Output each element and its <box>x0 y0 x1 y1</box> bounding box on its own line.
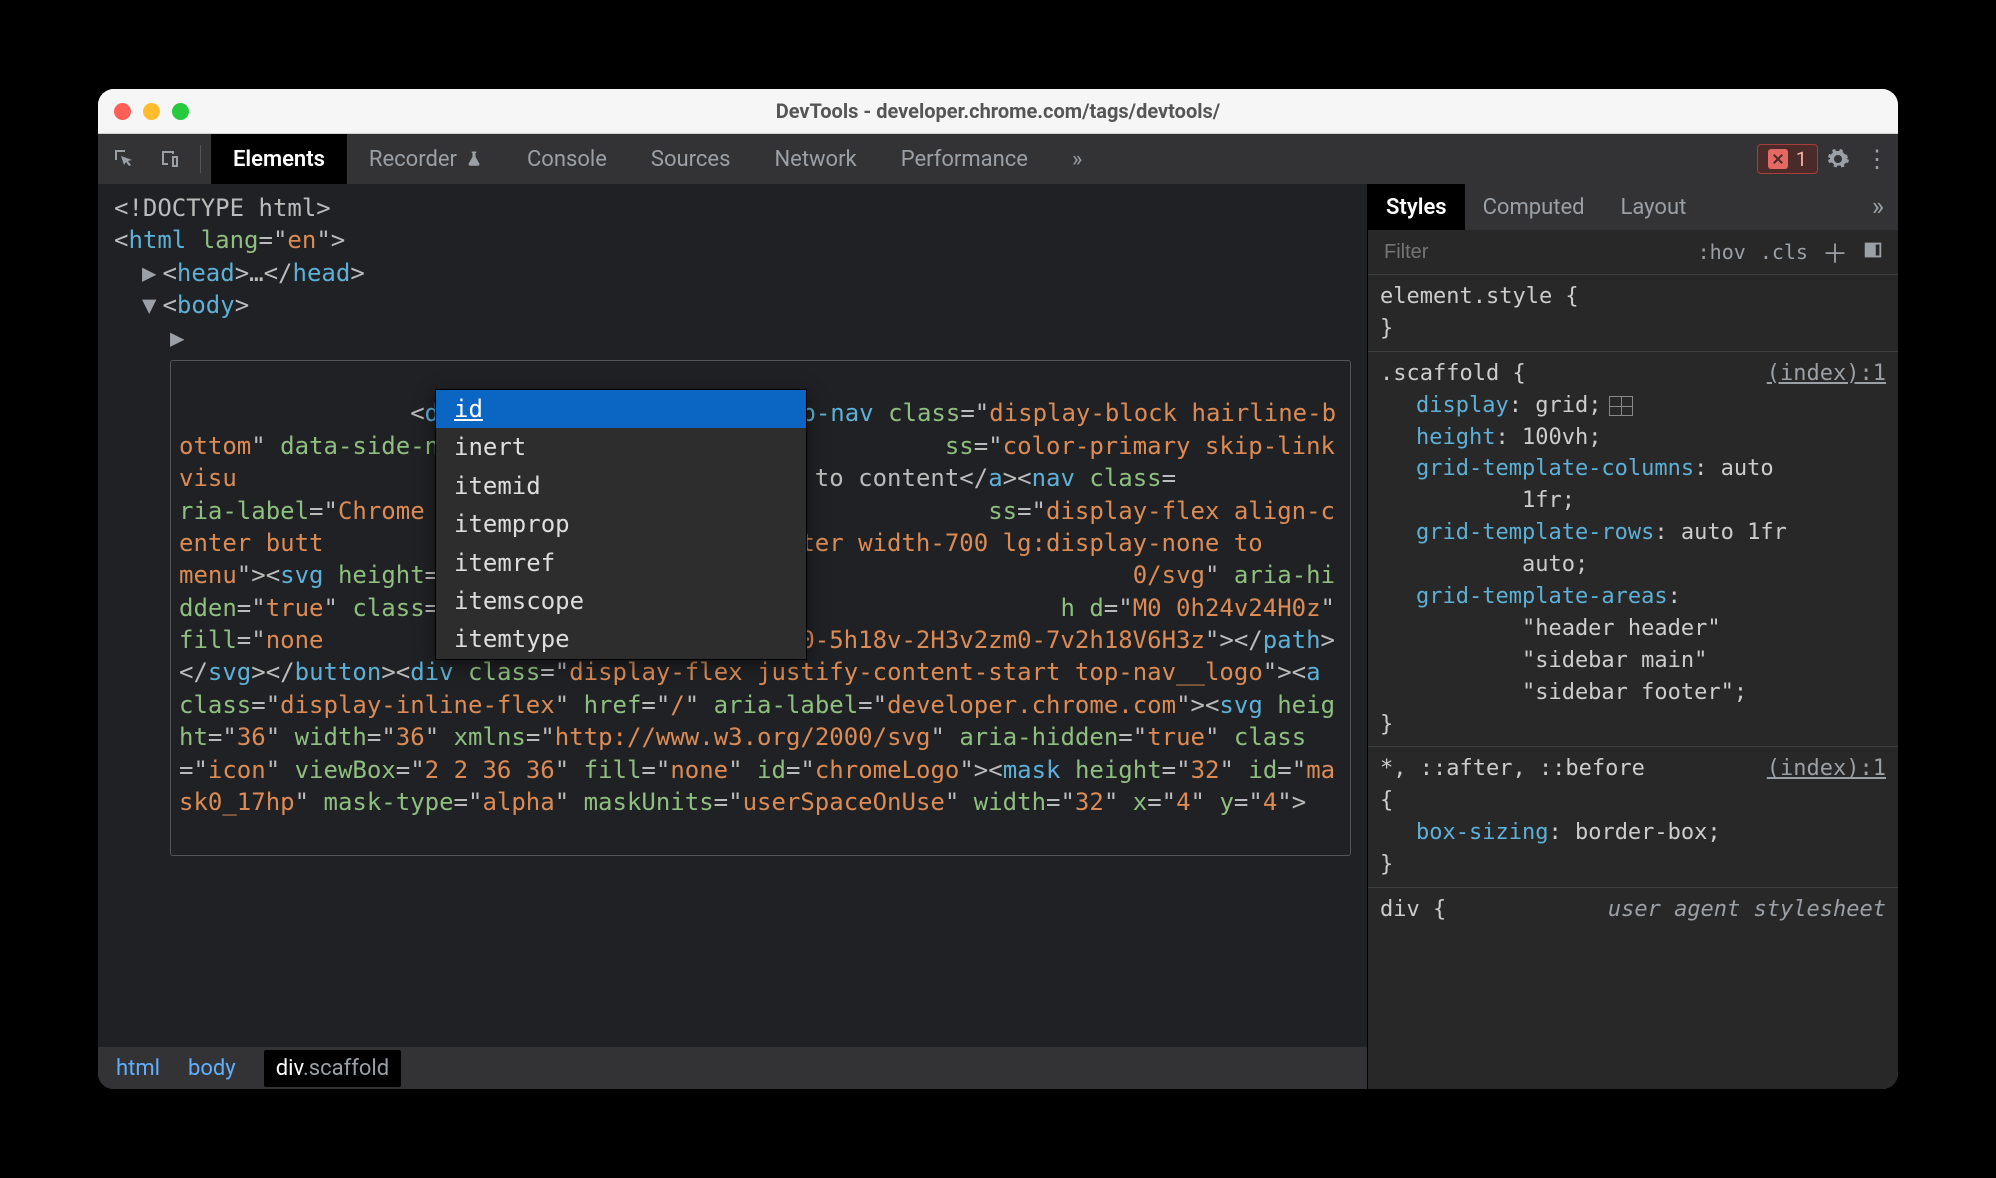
hov-toggle[interactable]: :hov <box>1698 240 1746 264</box>
breadcrumb-item[interactable]: html <box>116 1056 160 1081</box>
dom-tree[interactable]: <!DOCTYPE html> <html lang="en"> ▶<head>… <box>98 184 1367 1047</box>
autocomplete-item[interactable]: itemtype <box>436 620 806 658</box>
autocomplete-item[interactable]: itemprop <box>436 505 806 543</box>
styles-filter-input[interactable] <box>1382 240 1684 265</box>
autocomplete-item[interactable]: id <box>436 390 806 428</box>
window-titlebar: DevTools - developer.chrome.com/tags/dev… <box>98 89 1898 134</box>
styles-tabs-overflow[interactable]: » <box>1858 192 1898 222</box>
flask-icon <box>465 150 483 168</box>
new-rule-button[interactable]: ＋ <box>1822 234 1848 271</box>
device-toggle-icon[interactable] <box>150 139 190 179</box>
styles-tab-layout[interactable]: Layout <box>1603 184 1705 230</box>
rule-source-link[interactable]: (index):1 <box>1767 358 1886 390</box>
autocomplete-item[interactable]: itemscope <box>436 582 806 620</box>
autocomplete-popup: idinertitemiditempropitemrefitemscopeite… <box>435 389 807 660</box>
styles-tab-styles[interactable]: Styles <box>1368 184 1465 230</box>
tab-elements[interactable]: Elements <box>211 134 347 184</box>
error-badge[interactable]: 1 <box>1757 144 1818 174</box>
breadcrumb: html body div.scaffold <box>98 1047 1367 1089</box>
css-rule[interactable]: *, ::after, ::before {(index):1box-sizin… <box>1368 747 1898 888</box>
breadcrumb-item[interactable]: body <box>188 1056 236 1081</box>
tab-sources[interactable]: Sources <box>629 134 753 184</box>
css-property[interactable]: grid-template-areas: "header header" "si… <box>1380 581 1886 709</box>
styles-panel: StylesComputedLayout » :hov .cls ＋ <box>1368 184 1898 1089</box>
css-property[interactable]: height: 100vh; <box>1380 422 1886 454</box>
tab-recorder[interactable]: Recorder <box>347 134 505 184</box>
expand-icon[interactable]: ▶ <box>142 259 156 287</box>
elements-panel: <!DOCTYPE html> <html lang="en"> ▶<head>… <box>98 184 1368 1089</box>
expand-icon[interactable]: ▶ <box>170 324 184 352</box>
styles-filter-bar: :hov .cls ＋ <box>1368 230 1898 275</box>
tabs-overflow-button[interactable]: » <box>1050 134 1104 184</box>
rule-source-link[interactable]: (index):1 <box>1767 753 1886 817</box>
toolbar-divider <box>200 145 201 173</box>
error-icon <box>1768 149 1788 169</box>
sidebar-toggle-icon[interactable] <box>1862 239 1884 266</box>
editing-node[interactable]: <div class="scaffold" i><top-nav class="… <box>170 360 1351 856</box>
settings-icon[interactable] <box>1818 147 1858 171</box>
styles-tab-computed[interactable]: Computed <box>1465 184 1603 230</box>
css-property[interactable]: box-sizing: border-box; <box>1380 817 1886 849</box>
css-property[interactable]: display: grid; <box>1380 390 1886 422</box>
error-count: 1 <box>1796 147 1807 171</box>
grid-badge-icon[interactable] <box>1609 396 1633 416</box>
tab-console[interactable]: Console <box>505 134 629 184</box>
autocomplete-item[interactable]: inert <box>436 428 806 466</box>
more-menu-icon[interactable]: ⋮ <box>1858 145 1898 173</box>
styles-tabs: StylesComputedLayout » <box>1368 184 1898 230</box>
element-style-rule[interactable]: element.style { } <box>1368 275 1898 352</box>
breadcrumb-active[interactable]: div.scaffold <box>264 1050 402 1087</box>
doctype-line: <!DOCTYPE html> <box>114 194 331 222</box>
devtools-toolbar: ElementsRecorderConsoleSourcesNetworkPer… <box>98 134 1898 184</box>
autocomplete-item[interactable]: itemid <box>436 467 806 505</box>
autocomplete-item[interactable]: itemref <box>436 544 806 582</box>
css-property[interactable]: grid-template-columns: auto 1fr; <box>1380 453 1886 517</box>
devtools-window: DevTools - developer.chrome.com/tags/dev… <box>98 89 1898 1089</box>
ua-rule: div {user agent stylesheet <box>1368 888 1898 932</box>
tab-performance[interactable]: Performance <box>879 134 1050 184</box>
tab-network[interactable]: Network <box>752 134 878 184</box>
collapse-icon[interactable]: ▼ <box>142 291 156 319</box>
cls-toggle[interactable]: .cls <box>1760 240 1808 264</box>
inspect-icon[interactable] <box>104 139 144 179</box>
css-rule[interactable]: .scaffold {(index):1display: grid;height… <box>1368 352 1898 748</box>
window-title: DevTools - developer.chrome.com/tags/dev… <box>98 99 1898 123</box>
css-property[interactable]: grid-template-rows: auto 1fr auto; <box>1380 517 1886 581</box>
